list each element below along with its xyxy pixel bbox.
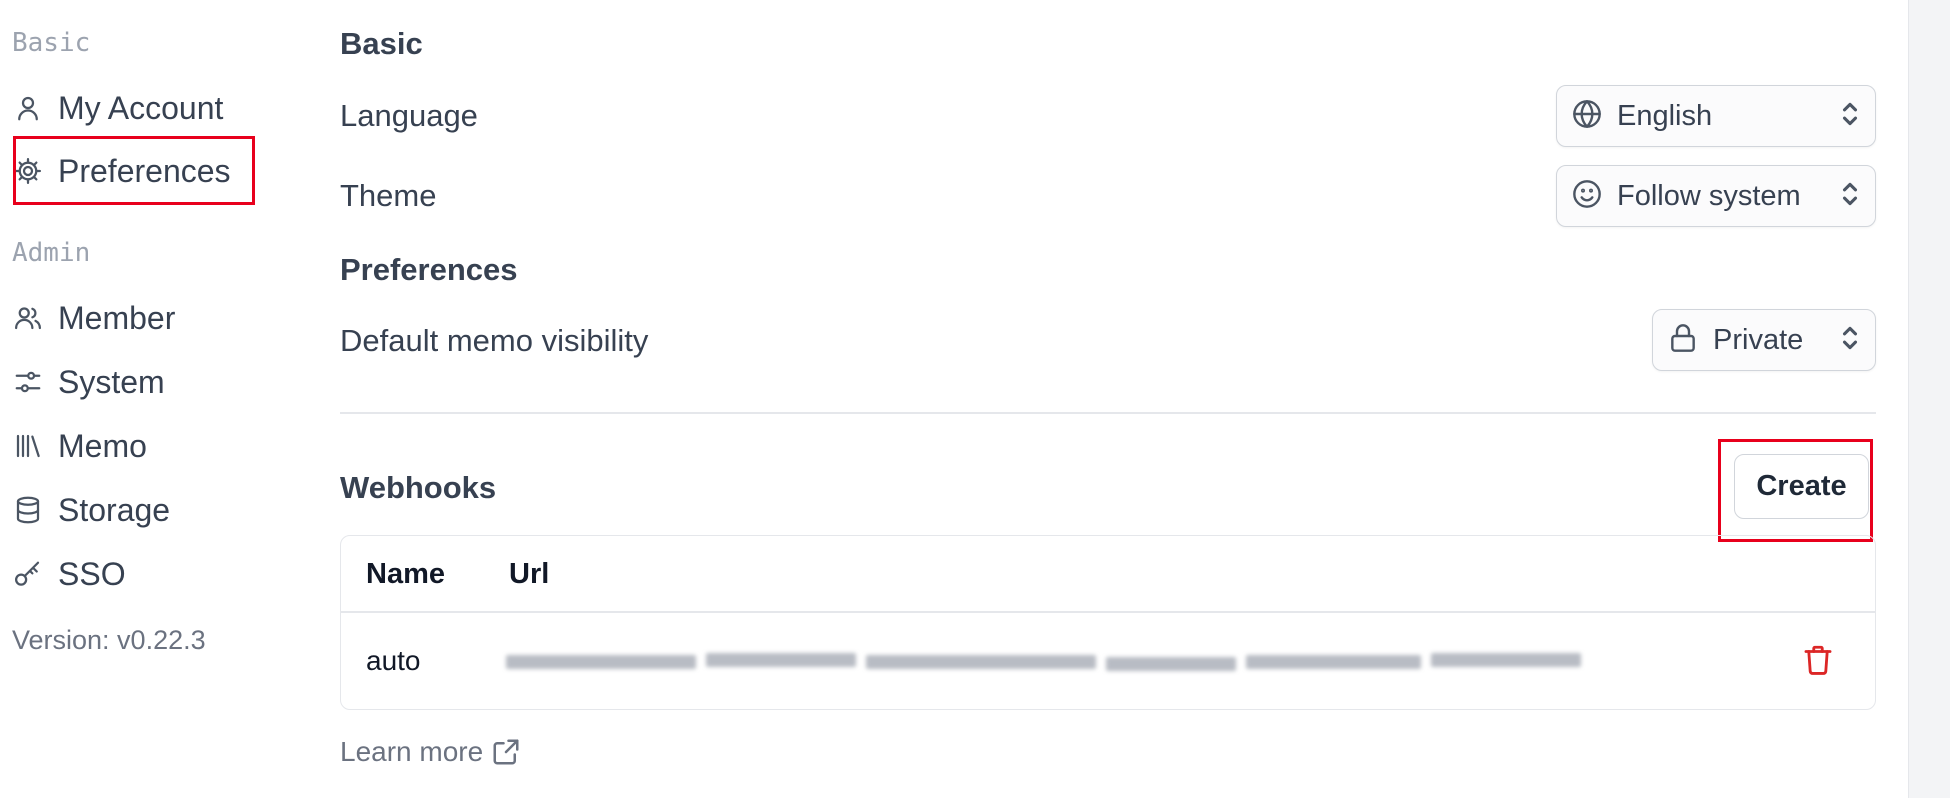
sidebar-section-admin: Admin xyxy=(12,238,91,268)
language-label: Language xyxy=(340,98,478,133)
gear-icon xyxy=(12,155,44,187)
database-icon xyxy=(12,494,44,526)
sidebar-item-memo[interactable]: Memo xyxy=(12,420,147,472)
sidebar-item-label: Member xyxy=(58,299,176,336)
webhooks-heading: Webhooks xyxy=(340,470,497,505)
language-value: English xyxy=(1617,99,1713,132)
visibility-value: Private xyxy=(1713,323,1804,356)
chevron-up-down-icon xyxy=(1839,177,1861,216)
users-icon xyxy=(12,302,44,334)
learn-more-link[interactable]: Learn more xyxy=(340,736,521,768)
settings-sidebar: Basic My Account Preferences Admin Membe… xyxy=(0,0,300,798)
column-header-name: Name xyxy=(366,558,445,590)
webhook-url-redacted xyxy=(506,645,1581,679)
sidebar-item-system[interactable]: System xyxy=(12,356,165,408)
sidebar-item-label: Preferences xyxy=(58,152,231,189)
sidebar-item-label: Storage xyxy=(58,491,171,528)
delete-webhook-icon[interactable] xyxy=(1801,642,1835,678)
sidebar-section-basic: Basic xyxy=(12,28,91,58)
sidebar-item-my-account[interactable]: My Account xyxy=(12,82,223,134)
sliders-icon xyxy=(12,366,44,398)
sidebar-item-member[interactable]: Member xyxy=(12,292,175,344)
create-webhook-button[interactable]: Create xyxy=(1734,454,1869,519)
sidebar-item-storage[interactable]: Storage xyxy=(12,484,170,536)
version-text: Version: v0.22.3 xyxy=(12,625,206,655)
column-header-url: Url xyxy=(509,558,550,590)
visibility-label: Default memo visibility xyxy=(340,323,649,358)
basic-heading: Basic xyxy=(340,26,423,61)
external-link-icon xyxy=(493,739,519,765)
sidebar-item-label: System xyxy=(58,363,165,400)
chevron-up-down-icon xyxy=(1839,321,1861,360)
library-icon xyxy=(12,430,44,462)
section-divider xyxy=(340,412,1876,414)
webhook-name-cell: auto xyxy=(366,645,421,676)
theme-select[interactable]: Follow system xyxy=(1556,165,1876,227)
learn-more-label: Learn more xyxy=(340,736,484,767)
language-select[interactable]: English xyxy=(1556,85,1876,147)
smile-icon xyxy=(1571,178,1603,215)
theme-label: Theme xyxy=(340,178,437,213)
sidebar-item-sso[interactable]: SSO xyxy=(12,548,126,600)
lock-icon xyxy=(1667,322,1699,359)
globe-icon xyxy=(1571,98,1603,135)
sidebar-item-label: SSO xyxy=(58,555,126,592)
visibility-select[interactable]: Private xyxy=(1652,309,1876,371)
key-icon xyxy=(12,558,44,590)
webhooks-table: Name Url auto xyxy=(340,535,1876,710)
user-icon xyxy=(12,92,44,124)
chevron-up-down-icon xyxy=(1839,97,1861,136)
theme-value: Follow system xyxy=(1617,179,1801,212)
sidebar-item-label: My Account xyxy=(58,89,224,126)
scrollbar-gutter[interactable] xyxy=(1908,0,1950,798)
sidebar-item-label: Memo xyxy=(58,427,147,464)
table-header-divider xyxy=(341,611,1875,613)
sidebar-item-preferences[interactable]: Preferences xyxy=(12,145,231,197)
preferences-heading: Preferences xyxy=(340,252,518,287)
